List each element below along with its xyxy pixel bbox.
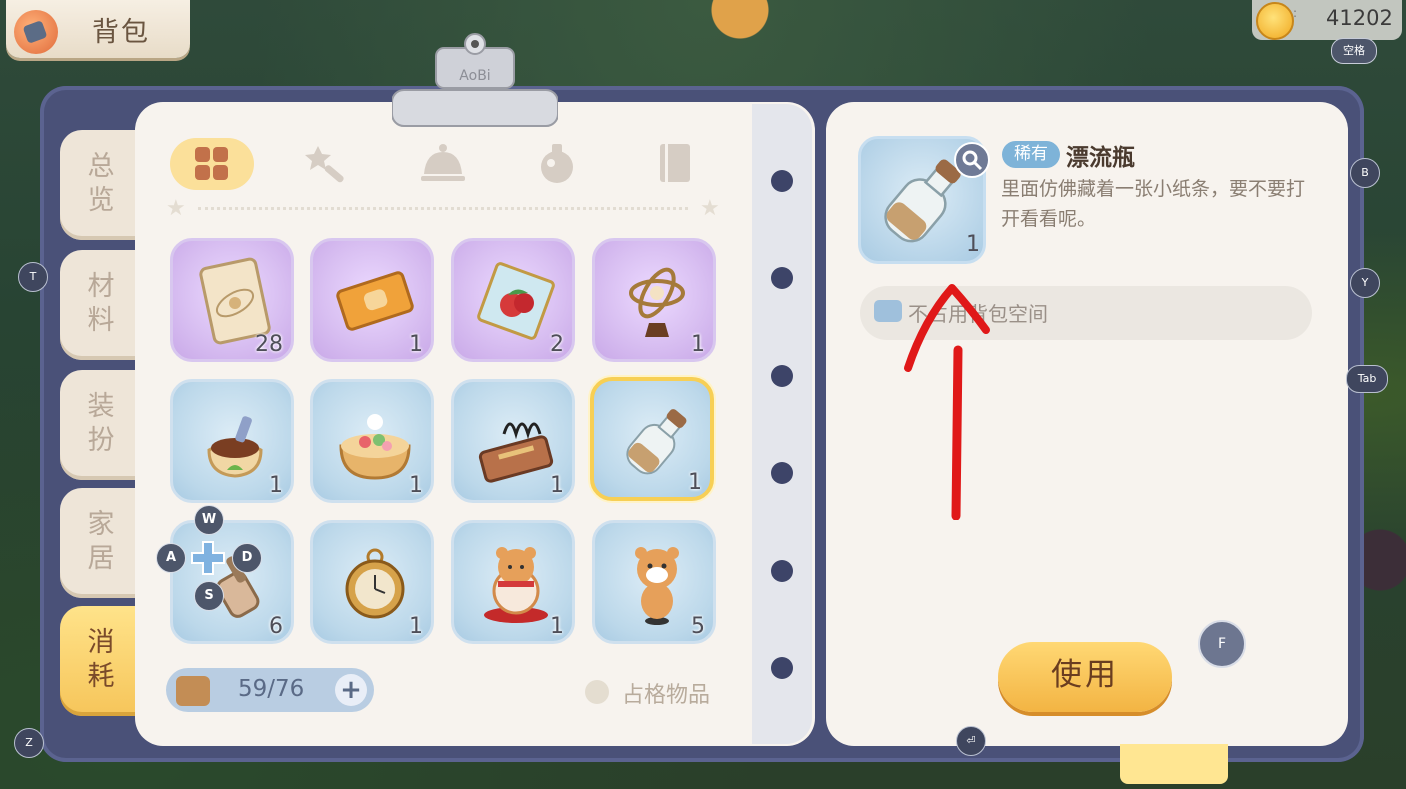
tab-consumables[interactable]: 消耗	[60, 606, 140, 716]
dpad-icon	[191, 541, 225, 575]
page-edge	[752, 104, 812, 744]
tab-overview[interactable]: 总览	[60, 130, 140, 240]
grid-icon-part	[213, 147, 228, 162]
item-quantity: 1	[691, 332, 705, 357]
d-key-hint[interactable]: D	[232, 543, 262, 573]
item-description: 里面仿佛藏着一张小纸条，要不要打开看看呢。	[1001, 178, 1306, 230]
binder-ring	[771, 657, 793, 679]
category-magic-wand[interactable]	[302, 138, 352, 188]
annotation-arrow-icon	[904, 284, 990, 520]
item-slot-brush[interactable]: 6	[170, 520, 294, 644]
item-name: 漂流瓶	[1066, 145, 1135, 171]
a-key-hint[interactable]: A	[156, 543, 186, 573]
tab-outfits[interactable]: 装扮	[60, 370, 140, 480]
b-key-hint[interactable]: B	[1350, 158, 1380, 188]
category-service[interactable]	[418, 138, 468, 188]
bookmark-ribbon	[1120, 744, 1228, 784]
item-slot-hamster-lucky[interactable]: 1	[451, 520, 575, 644]
item-slot-drift-bottle[interactable]: 1	[590, 377, 714, 501]
tab-label: 消耗	[87, 627, 115, 692]
space-key-hint[interactable]: 空格	[1331, 38, 1377, 64]
category-divider	[198, 207, 688, 210]
y-key-hint[interactable]: Y	[1350, 268, 1380, 298]
item-slot-hamster-figure[interactable]: 5	[592, 520, 716, 644]
gold-coin-icon	[1256, 2, 1294, 40]
binder-ring	[771, 462, 793, 484]
magnify-glyph	[962, 150, 983, 171]
grid-icon	[195, 147, 210, 162]
tab-key-hint[interactable]: Tab	[1346, 365, 1388, 393]
binder-ring	[771, 170, 793, 192]
item-slot-star-ticket[interactable]: 28	[170, 238, 294, 362]
detail-quantity: 1	[966, 232, 980, 257]
expand-capacity-button[interactable]: +	[335, 674, 367, 706]
rarity-badge: 稀有	[1002, 141, 1060, 168]
w-key-hint[interactable]: W	[194, 505, 224, 535]
magic-wand-icon	[305, 146, 344, 183]
tab-label: 装扮	[87, 391, 115, 456]
item-slot-coil-device[interactable]: 1	[451, 379, 575, 503]
separator-dots: :	[1293, 6, 1298, 20]
binder-ring	[771, 267, 793, 289]
tab-label: 家居	[87, 509, 115, 574]
enter-key-hint[interactable]: ⏎	[956, 726, 986, 756]
tab-materials[interactable]: 材料	[60, 250, 140, 360]
f-key-hint[interactable]: F	[1198, 620, 1246, 668]
magnify-icon[interactable]	[954, 142, 990, 178]
book-icon	[660, 144, 690, 182]
item-quantity: 2	[550, 332, 564, 357]
clip-logo: AoBi	[459, 68, 490, 84]
potion-icon	[541, 144, 573, 183]
briefcase-icon	[874, 300, 902, 322]
item-slot-pocket-watch[interactable]: 1	[310, 520, 434, 644]
item-slot-food-bowl[interactable]: 1	[310, 379, 434, 503]
page-title: 背包	[92, 17, 150, 48]
item-quantity: 1	[409, 473, 423, 498]
item-quantity: 28	[255, 332, 283, 357]
item-slot-bread-ticket[interactable]: 1	[310, 238, 434, 362]
s-key-hint[interactable]: S	[194, 581, 224, 611]
item-slot-soil-bag[interactable]: 1	[170, 379, 294, 503]
tab-label: 材料	[87, 271, 115, 336]
divider-star-icon: ★	[166, 196, 186, 221]
item-slot-fruit-card[interactable]: 2	[451, 238, 575, 362]
occupy-filter-toggle[interactable]	[585, 680, 609, 704]
grid-icon-part	[195, 165, 210, 180]
backpack-icon[interactable]	[14, 10, 58, 54]
binder-ring	[771, 560, 793, 582]
category-all[interactable]	[170, 138, 254, 190]
item-quantity: 1	[688, 470, 702, 495]
item-quantity: 1	[550, 614, 564, 639]
binder-ring	[771, 365, 793, 387]
use-button[interactable]: 使用	[998, 642, 1172, 712]
z-key-hint[interactable]: Z	[14, 728, 44, 758]
service-bell-icon	[421, 144, 465, 181]
divider-star-icon: ★	[700, 196, 720, 221]
item-quantity: 1	[409, 332, 423, 357]
item-quantity: 1	[550, 473, 564, 498]
binder-clip: AoBi	[392, 33, 558, 127]
category-book[interactable]	[650, 138, 700, 188]
t-key-hint[interactable]: T	[18, 262, 48, 292]
category-potion[interactable]	[532, 138, 582, 188]
occupy-filter-label: 占格物品	[622, 683, 711, 708]
tab-furniture[interactable]: 家居	[60, 488, 140, 598]
chest-icon	[176, 676, 210, 706]
currency-value: 41202	[1326, 6, 1393, 30]
item-quantity: 1	[409, 614, 423, 639]
item-quantity: 5	[691, 614, 705, 639]
tab-label: 总览	[87, 151, 115, 216]
capacity-count: 59/76	[238, 676, 305, 702]
item-quantity: 1	[269, 473, 283, 498]
grid-icon-part	[213, 165, 228, 180]
item-slot-armillary[interactable]: 1	[592, 238, 716, 362]
item-quantity: 6	[269, 614, 283, 639]
